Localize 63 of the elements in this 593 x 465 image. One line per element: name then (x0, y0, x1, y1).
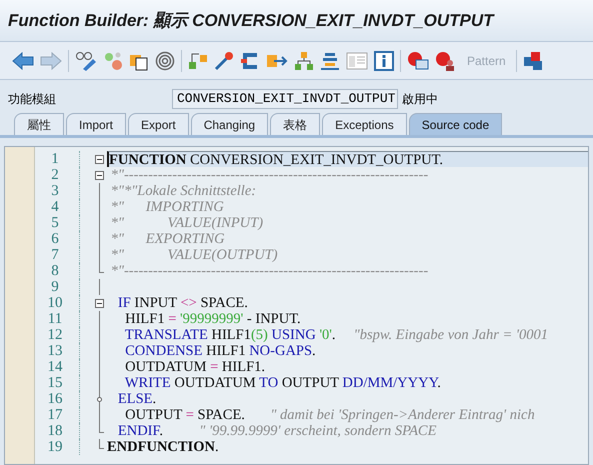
code-line: WRITE OUTDATUM TO OUTPUT DD/MM/YYYY. (124, 375, 442, 391)
code-line: *" IMPORTING (110, 199, 225, 215)
code-line: ENDFUNCTION. (107, 439, 220, 455)
line-number: 18 (46, 423, 64, 439)
stack-icon[interactable] (320, 50, 340, 70)
tab[interactable]: Exceptions (322, 113, 407, 135)
line-number: 9 (50, 279, 60, 295)
code-line: IF INPUT <> SPACE. (116, 295, 249, 311)
line-number: 5 (50, 215, 60, 231)
tab[interactable]: 屬性 (14, 113, 64, 135)
code-line: ELSE. (116, 391, 158, 407)
windows-icon[interactable] (522, 50, 543, 70)
tree-icon[interactable] (294, 50, 314, 70)
line-number: 10 (46, 295, 64, 311)
code-line: *"--------------------------------------------------------------- (110, 263, 430, 279)
spiral-icon[interactable] (155, 50, 175, 70)
clamp-icon[interactable] (240, 50, 260, 70)
status-text: 啟用中 (402, 91, 438, 108)
line-number: 4 (50, 199, 60, 215)
line-number: 2 (50, 167, 60, 183)
info-icon[interactable] (374, 50, 394, 70)
code-line: *" EXPORTING (110, 231, 226, 247)
tab[interactable]: Changing (190, 113, 268, 135)
code-line: CONDENSE HILF1 NO-GAPS. (124, 343, 317, 359)
code-line: *"--------------------------------------------------------------- (110, 167, 430, 183)
tab[interactable]: Source code (408, 113, 502, 135)
code-line: TRANSLATE HILF1(5) USING '0'. "bspw. Eingabe von Jahr = '0001 (124, 327, 549, 343)
code-line: *" VALUE(INPUT) (110, 215, 264, 231)
field-label: 功能模組 (8, 91, 57, 108)
line-number: 13 (46, 343, 64, 359)
glasses-pencil-icon[interactable] (75, 50, 97, 70)
back-arrow-icon[interactable] (12, 52, 34, 70)
tab[interactable]: Export (128, 113, 189, 135)
stop-person-icon[interactable] (435, 50, 457, 70)
tab[interactable]: Import (66, 113, 126, 135)
line-number: 12 (46, 327, 64, 343)
line-number: 17 (46, 407, 64, 423)
line-number: 7 (50, 247, 60, 263)
line-number: 15 (46, 375, 64, 391)
wand-icon[interactable] (214, 50, 234, 70)
tab[interactable]: 表格 (270, 113, 320, 135)
hierarchy-icon[interactable] (188, 50, 208, 70)
line-number: 1 (50, 151, 60, 167)
window-title: Function Builder: 顯示 CONVERSION_EXIT_INVDT_OUTPUT (8, 10, 494, 32)
code-line: *" VALUE(OUTPUT) (110, 247, 279, 263)
line-number: 11 (46, 311, 64, 327)
line-number: 3 (50, 183, 60, 199)
collapse-icon[interactable] (95, 171, 104, 180)
code-line: HILF1 = '99999999' - INPUT. (124, 311, 302, 327)
branch-node-icon (97, 397, 102, 402)
code-line: OUTPUT = SPACE. " damit bei 'Springen->Anderer Eintrag' nich (124, 407, 536, 423)
monitor-stop-icon[interactable] (407, 50, 429, 70)
collapse-icon[interactable] (95, 155, 104, 164)
function-module-field[interactable]: CONVERSION_EXIT_INVDT_OUTPUT (172, 89, 398, 109)
code-line: ENDIF. " '99.99.9999' erscheint, sondern SPACE (116, 423, 438, 439)
line-number: 8 (50, 263, 60, 279)
line-number: 16 (46, 391, 64, 407)
code-line: OUTDATUM = HILF1. (124, 359, 266, 375)
line-number: 6 (50, 231, 60, 247)
code-line: *"*"Lokale Schnittstelle: (110, 183, 258, 199)
collapse-icon[interactable] (95, 299, 104, 308)
line-number: 14 (46, 359, 64, 375)
line-number: 19 (46, 439, 64, 455)
